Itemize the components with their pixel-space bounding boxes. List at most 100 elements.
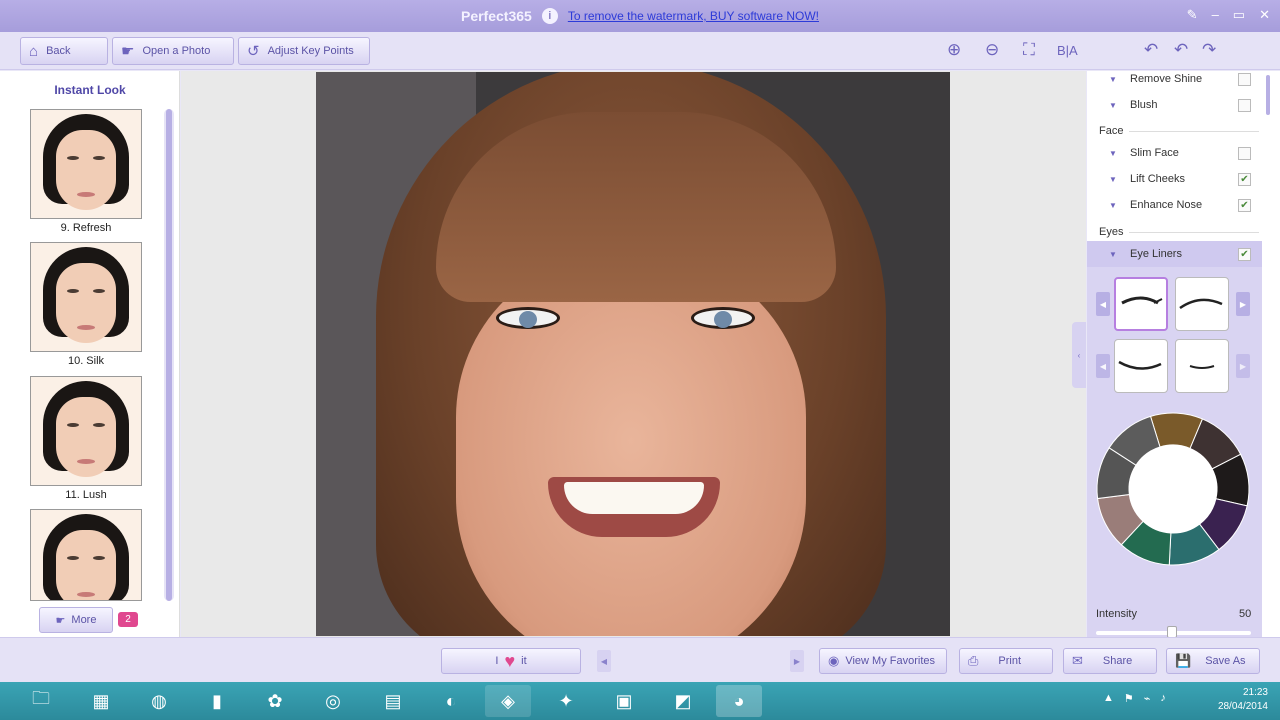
adjustments-scrollbar-thumb[interactable]	[1266, 75, 1270, 115]
more-looks-button[interactable]: ☛ More	[39, 607, 113, 633]
redo-icon[interactable]: ↷	[1202, 40, 1216, 60]
divider	[1129, 131, 1259, 132]
checkbox[interactable]	[1238, 146, 1251, 160]
app-icon[interactable]: ◐	[428, 685, 474, 717]
expand-arrow-icon[interactable]: ▼	[1109, 175, 1117, 184]
styles-next-arrow[interactable]: ▶	[1236, 354, 1250, 378]
view-favorites-button[interactable]: ◉ View My Favorites	[819, 648, 947, 674]
game-icon[interactable]: ✿	[252, 685, 298, 717]
expand-arrow-icon[interactable]: ▼	[1109, 101, 1117, 110]
volume-icon[interactable]: ♪	[1160, 692, 1166, 705]
checkbox[interactable]	[1238, 72, 1251, 86]
expand-arrow-icon[interactable]: ▼	[1109, 250, 1117, 259]
video-icon[interactable]: ◈	[485, 685, 531, 717]
look-scrollbar-thumb[interactable]	[166, 109, 172, 601]
checkbox[interactable]	[1238, 98, 1251, 112]
look-thumbnail-refresh[interactable]	[30, 109, 142, 219]
divider	[1129, 232, 1259, 233]
love-it-button[interactable]: I ♥ it	[441, 648, 581, 674]
undo-icon[interactable]: ↶	[1174, 40, 1188, 60]
expand-arrow-icon[interactable]: ▼	[1109, 149, 1117, 158]
flag-icon[interactable]: ⚑	[1124, 692, 1134, 705]
adjustments-scrollbar[interactable]	[1262, 73, 1272, 635]
perfect365-taskbar-icon[interactable]: ◕	[716, 685, 762, 717]
eyeliner-style-4[interactable]	[1175, 339, 1229, 393]
option-blush[interactable]: ▼ Blush	[1087, 92, 1262, 118]
file-explorer-icon[interactable]: 🗀	[18, 685, 64, 717]
photo-canvas[interactable]	[181, 71, 1086, 637]
eyeliner-style-3[interactable]	[1114, 339, 1168, 393]
home-icon: ⌂	[29, 42, 39, 60]
next-favorite-arrow[interactable]: ▶	[790, 650, 804, 672]
buy-software-link[interactable]: To remove the watermark, BUY software NO…	[568, 9, 819, 23]
notes-icon[interactable]: ▤	[370, 685, 416, 717]
open-photo-button[interactable]: ☛ Open a Photo	[112, 37, 234, 65]
look-thumbnail[interactable]	[30, 509, 142, 601]
styles-prev-arrow[interactable]: ◀	[1096, 354, 1110, 378]
store-icon[interactable]: ▮	[194, 685, 240, 717]
collapse-panel-handle[interactable]: ‹	[1072, 322, 1086, 388]
back-button[interactable]: ⌂ Back	[20, 37, 108, 65]
share-button[interactable]: ✉ Share	[1063, 648, 1157, 674]
instant-look-title: Instant Look	[54, 83, 126, 97]
adjust-key-points-label: Adjust Key Points	[267, 45, 354, 57]
expand-arrow-icon[interactable]: ▼	[1109, 75, 1117, 84]
expand-arrow-icon[interactable]: ▼	[1109, 201, 1117, 210]
save-as-button[interactable]: 💾 Save As	[1166, 648, 1260, 674]
network-icon[interactable]: ⌁	[1144, 692, 1151, 705]
print-button[interactable]: ⎙ Print	[959, 648, 1053, 674]
option-enhance-nose[interactable]: ▼ Enhance Nose ✔	[1087, 192, 1262, 218]
eye-icon: ◉	[828, 653, 840, 668]
portrait-photo[interactable]	[316, 72, 950, 636]
look-label: 10. Silk	[67, 355, 105, 367]
minimize-icon[interactable]: –	[1212, 7, 1219, 23]
windows-taskbar: 🗀 ▦ ◍ ▮ ✿ ◎ ▤ ◐ ◈ ✦ ▣ ◩ ◕ ▲ ⚑ ⌁ ♪ 21:23 …	[0, 682, 1280, 720]
tray-arrow-icon[interactable]: ▲	[1103, 692, 1114, 705]
eyeliner-style-1[interactable]	[1114, 277, 1168, 331]
adjustments-panel: ▼ Remove Shine ▼ Blush Face ▼ Slim Face …	[1087, 71, 1280, 638]
checkbox[interactable]: ✔	[1238, 198, 1251, 212]
maximize-icon[interactable]: ▭	[1233, 7, 1245, 23]
section-face: Face	[1099, 125, 1124, 137]
close-icon[interactable]: ✕	[1259, 7, 1270, 23]
presentation-icon[interactable]: ◩	[660, 685, 706, 717]
look-label: 11. Lush	[65, 489, 107, 501]
info-icon[interactable]: i	[541, 8, 558, 24]
look-thumbnail-lush[interactable]	[30, 376, 142, 486]
media-icon[interactable]: ✦	[543, 685, 589, 717]
intensity-value: 50	[1239, 608, 1252, 620]
option-lift-cheeks[interactable]: ▼ Lift Cheeks ✔	[1087, 166, 1262, 192]
open-photo-label: Open a Photo	[142, 45, 211, 57]
fit-screen-icon[interactable]: ⛶	[1023, 40, 1035, 60]
checkbox[interactable]: ✔	[1238, 247, 1251, 261]
selected-color-preview	[1129, 445, 1217, 533]
look-label: 9. Refresh	[60, 222, 112, 234]
window-controls: ✎ – ▭ ✕	[1187, 7, 1270, 23]
option-slim-face[interactable]: ▼ Slim Face	[1087, 140, 1262, 166]
chrome-icon[interactable]: ◎	[310, 685, 356, 717]
eyeliner-style-2[interactable]	[1175, 277, 1229, 331]
option-remove-shine[interactable]: ▼ Remove Shine	[1087, 66, 1262, 92]
clock[interactable]: 21:23 28/04/2014	[1218, 686, 1268, 714]
styles-prev-arrow[interactable]: ◀	[1096, 292, 1110, 316]
adjust-key-points-button[interactable]: ↺ Adjust Key Points	[238, 37, 370, 65]
section-eyes: Eyes	[1099, 226, 1124, 238]
option-eye-liners[interactable]: ▼ Eye Liners ✔	[1087, 241, 1262, 267]
printer-icon: ⎙	[968, 653, 979, 668]
share-icon: ✉	[1072, 653, 1083, 668]
prev-favorite-arrow[interactable]: ◀	[597, 650, 611, 672]
look-thumbnail-silk[interactable]	[30, 242, 142, 352]
app-title: Perfect365	[460, 8, 532, 24]
color-palette-wheel[interactable]	[1093, 409, 1253, 569]
undo-all-icon[interactable]: ↶	[1144, 40, 1158, 60]
monitor-icon[interactable]: ▣	[601, 685, 647, 717]
firefox-icon[interactable]: ◍	[136, 685, 182, 717]
zoom-out-icon[interactable]: ⊖	[985, 40, 999, 60]
pointer-icon: ☛	[55, 614, 66, 627]
styles-next-arrow[interactable]: ▶	[1236, 292, 1250, 316]
before-after-toggle[interactable]: B|A	[1057, 43, 1078, 58]
checkbox[interactable]: ✔	[1238, 172, 1251, 186]
zoom-in-icon[interactable]: ⊕	[947, 40, 961, 60]
apps-grid-icon[interactable]: ▦	[78, 685, 124, 717]
settings-icon[interactable]: ✎	[1187, 7, 1198, 23]
